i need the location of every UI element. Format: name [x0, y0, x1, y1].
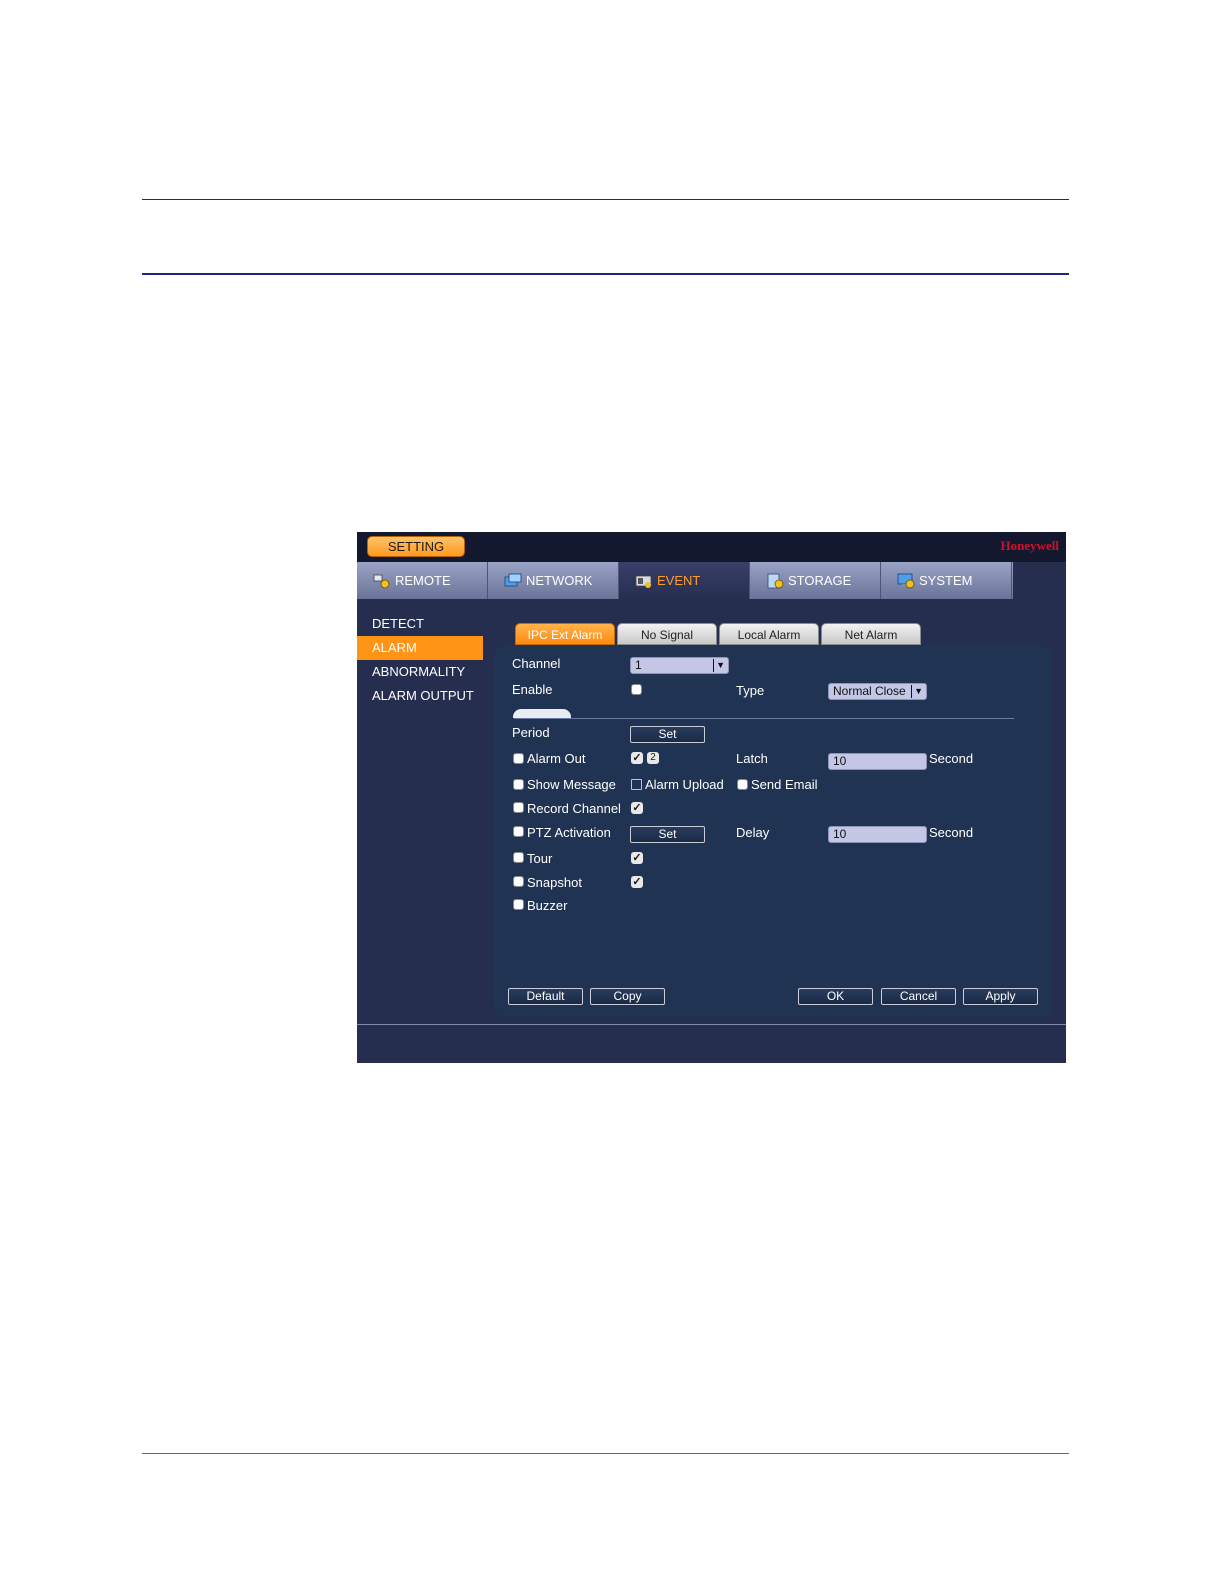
snapshot-label: Snapshot	[527, 875, 582, 890]
type-value: Normal Close	[833, 684, 906, 698]
cancel-button[interactable]: Cancel	[881, 988, 956, 1005]
title-bar: SETTING Honeywell	[357, 532, 1066, 562]
tab-remote-label: REMOTE	[395, 573, 451, 588]
tab-storage-label: STORAGE	[788, 573, 852, 588]
header-rule-top	[142, 199, 1069, 200]
snapshot-checkbox[interactable]	[513, 876, 524, 887]
enable-label: Enable	[512, 682, 553, 697]
tab-event[interactable]: EVENT	[619, 562, 750, 599]
tab-ipc-ext-alarm[interactable]: IPC Ext Alarm	[515, 623, 615, 645]
alarm-upload-label: Alarm Upload	[645, 777, 724, 792]
channel-select[interactable]: 1 ▼	[630, 657, 729, 674]
alarm-out-checkbox[interactable]	[513, 753, 524, 764]
channel-value: 1	[635, 658, 642, 672]
tab-system[interactable]: SYSTEM	[881, 562, 1012, 599]
section-divider	[514, 718, 1014, 719]
show-message-checkbox[interactable]	[513, 779, 524, 790]
alarm-settings-panel: Channel 1 ▼ Enable Type Normal Close ▼ P…	[494, 646, 1052, 1017]
brand-logo: Honeywell	[1000, 538, 1060, 553]
record-channel-label: Record Channel	[527, 801, 621, 816]
setting-button[interactable]: SETTING	[367, 536, 465, 557]
apply-button[interactable]: Apply	[963, 988, 1038, 1005]
header-rule-bottom	[142, 273, 1069, 275]
ok-button[interactable]: OK	[798, 988, 873, 1005]
alarm-out-1-check-icon[interactable]: ✓	[631, 752, 643, 764]
buzzer-label: Buzzer	[527, 898, 568, 913]
dvr-settings-screen: SETTING Honeywell REMOTE NETWORK EVENT S…	[357, 532, 1066, 1063]
send-email-checkbox[interactable]	[737, 779, 748, 790]
channel-label: Channel	[512, 656, 561, 671]
sidebar-item-alarm-output[interactable]: ALARM OUTPUT	[357, 684, 483, 708]
sidebar-item-detect[interactable]: DETECT	[357, 612, 483, 636]
tab-event-label: EVENT	[657, 573, 701, 588]
tour-check-icon[interactable]: ✓	[631, 852, 643, 864]
record-channel-checkbox[interactable]	[513, 802, 524, 813]
tab-system-label: SYSTEM	[919, 573, 973, 588]
ptz-set-button[interactable]: Set	[630, 826, 705, 843]
storage-icon	[767, 573, 784, 588]
type-label: Type	[736, 683, 765, 698]
period-set-button[interactable]: Set	[630, 726, 705, 743]
delay-input[interactable]: 10	[828, 826, 927, 843]
network-icon	[504, 573, 522, 586]
latch-unit: Second	[929, 751, 974, 766]
system-icon	[897, 573, 915, 588]
type-select[interactable]: Normal Close ▼	[828, 683, 927, 700]
show-message-label: Show Message	[527, 777, 616, 792]
sidebar: DETECT ALARM ABNORMALITY ALARM OUTPUT	[357, 612, 483, 708]
alarm-upload-checkbox[interactable]	[631, 779, 642, 790]
ptz-activation-checkbox[interactable]	[513, 826, 524, 837]
copy-button[interactable]: Copy	[590, 988, 665, 1005]
tab-net-alarm[interactable]: Net Alarm	[821, 623, 921, 645]
latch-label: Latch	[736, 751, 768, 766]
tab-remote[interactable]: REMOTE	[357, 562, 488, 599]
tab-local-alarm[interactable]: Local Alarm	[719, 623, 819, 645]
sub-tabs: IPC Ext Alarm No Signal Local Alarm Net …	[515, 623, 923, 645]
tab-no-signal[interactable]: No Signal	[617, 623, 717, 645]
delay-unit: Second	[929, 825, 974, 840]
event-icon	[635, 575, 652, 588]
tour-label: Tour	[527, 851, 553, 866]
default-button[interactable]: Default	[508, 988, 583, 1005]
period-label: Period	[512, 725, 550, 740]
latch-input[interactable]: 10	[828, 753, 927, 770]
chevron-down-icon: ▼	[713, 659, 725, 672]
tab-network-label: NETWORK	[526, 573, 593, 588]
chevron-down-icon: ▼	[911, 685, 923, 698]
sidebar-item-alarm[interactable]: ALARM	[357, 636, 483, 660]
buzzer-checkbox[interactable]	[513, 899, 524, 910]
alarm-out-label: Alarm Out	[527, 751, 586, 766]
tab-storage[interactable]: STORAGE	[750, 562, 881, 599]
ptz-activation-label: PTZ Activation	[527, 825, 611, 840]
send-email-label: Send Email	[751, 777, 818, 792]
main-nav: REMOTE NETWORK EVENT STORAGE SYSTEM	[357, 562, 1013, 599]
footer-rule	[142, 1453, 1069, 1454]
section-tab[interactable]	[513, 709, 571, 718]
status-divider	[357, 1024, 1066, 1025]
remote-icon	[373, 574, 390, 588]
tour-checkbox[interactable]	[513, 852, 524, 863]
sidebar-item-abnormality[interactable]: ABNORMALITY	[357, 660, 483, 684]
tab-network[interactable]: NETWORK	[488, 562, 619, 599]
enable-checkbox[interactable]	[631, 684, 642, 695]
record-channel-check-icon[interactable]: ✓	[631, 802, 643, 814]
alarm-out-2-badge[interactable]: 2	[647, 752, 659, 764]
delay-label: Delay	[736, 825, 770, 840]
snapshot-check-icon[interactable]: ✓	[631, 876, 643, 888]
